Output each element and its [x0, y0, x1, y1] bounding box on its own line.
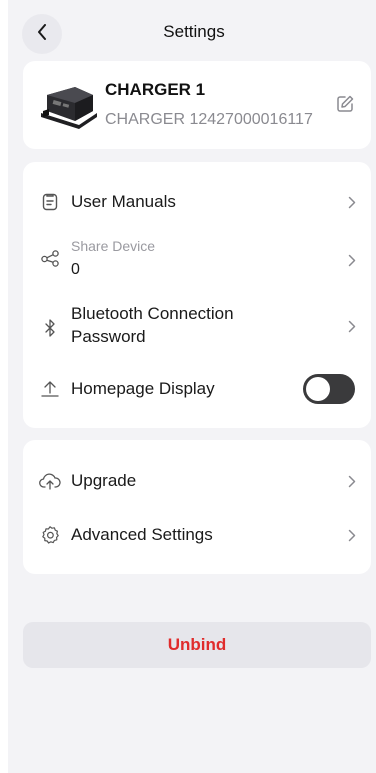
header: Settings: [8, 8, 376, 56]
share-device-count: 0: [71, 261, 80, 278]
charger-device-image: [39, 83, 99, 129]
homepage-display-row: Homepage Display: [23, 372, 371, 406]
device-serial: CHARGER 12427000016117: [105, 111, 313, 128]
advanced-settings-row[interactable]: Advanced Settings: [23, 520, 371, 550]
chevron-right-icon: [347, 319, 357, 333]
page-title: Settings: [163, 22, 225, 41]
main-settings-card: User Manuals Share Device 0 Bluetooth Co…: [23, 162, 371, 428]
bluetooth-password-row[interactable]: Bluetooth Connection Password: [23, 302, 371, 350]
upload-arrow-icon: [39, 378, 61, 400]
upgrade-row[interactable]: Upgrade: [23, 466, 371, 496]
chevron-right-icon: [347, 474, 357, 488]
chevron-right-icon: [347, 195, 357, 209]
share-device-label: Share Device: [71, 238, 156, 254]
clipboard-icon: [39, 191, 61, 213]
unbind-button[interactable]: Unbind: [23, 622, 371, 668]
homepage-display-label: Homepage Display: [71, 379, 215, 398]
share-device-row[interactable]: Share Device 0: [23, 234, 371, 286]
chevron-right-icon: [347, 528, 357, 542]
share-nodes-icon: [39, 247, 61, 269]
cloud-upload-icon: [39, 470, 61, 492]
bluetooth-label-line2: Password: [71, 327, 146, 346]
advanced-settings-label: Advanced Settings: [71, 525, 213, 544]
system-settings-card: Upgrade Advanced Settings: [23, 440, 371, 574]
edit-pencil-icon: [335, 94, 355, 119]
bluetooth-label-line1: Bluetooth Connection: [71, 304, 234, 323]
bluetooth-icon: [39, 317, 61, 339]
homepage-display-toggle[interactable]: [303, 374, 355, 404]
chevron-right-icon: [347, 253, 357, 267]
edit-device-button[interactable]: [333, 94, 357, 118]
gear-icon: [39, 524, 61, 546]
device-card[interactable]: CHARGER 1 CHARGER 12427000016117: [23, 61, 371, 149]
device-name: CHARGER 1: [105, 80, 206, 99]
upgrade-label: Upgrade: [71, 471, 137, 490]
toggle-knob: [306, 377, 330, 401]
settings-screen: Settings CHARGER 1 CHARGER 1242700001611…: [8, 0, 376, 773]
user-manuals-row[interactable]: User Manuals: [23, 186, 371, 218]
user-manuals-label: User Manuals: [71, 192, 176, 211]
